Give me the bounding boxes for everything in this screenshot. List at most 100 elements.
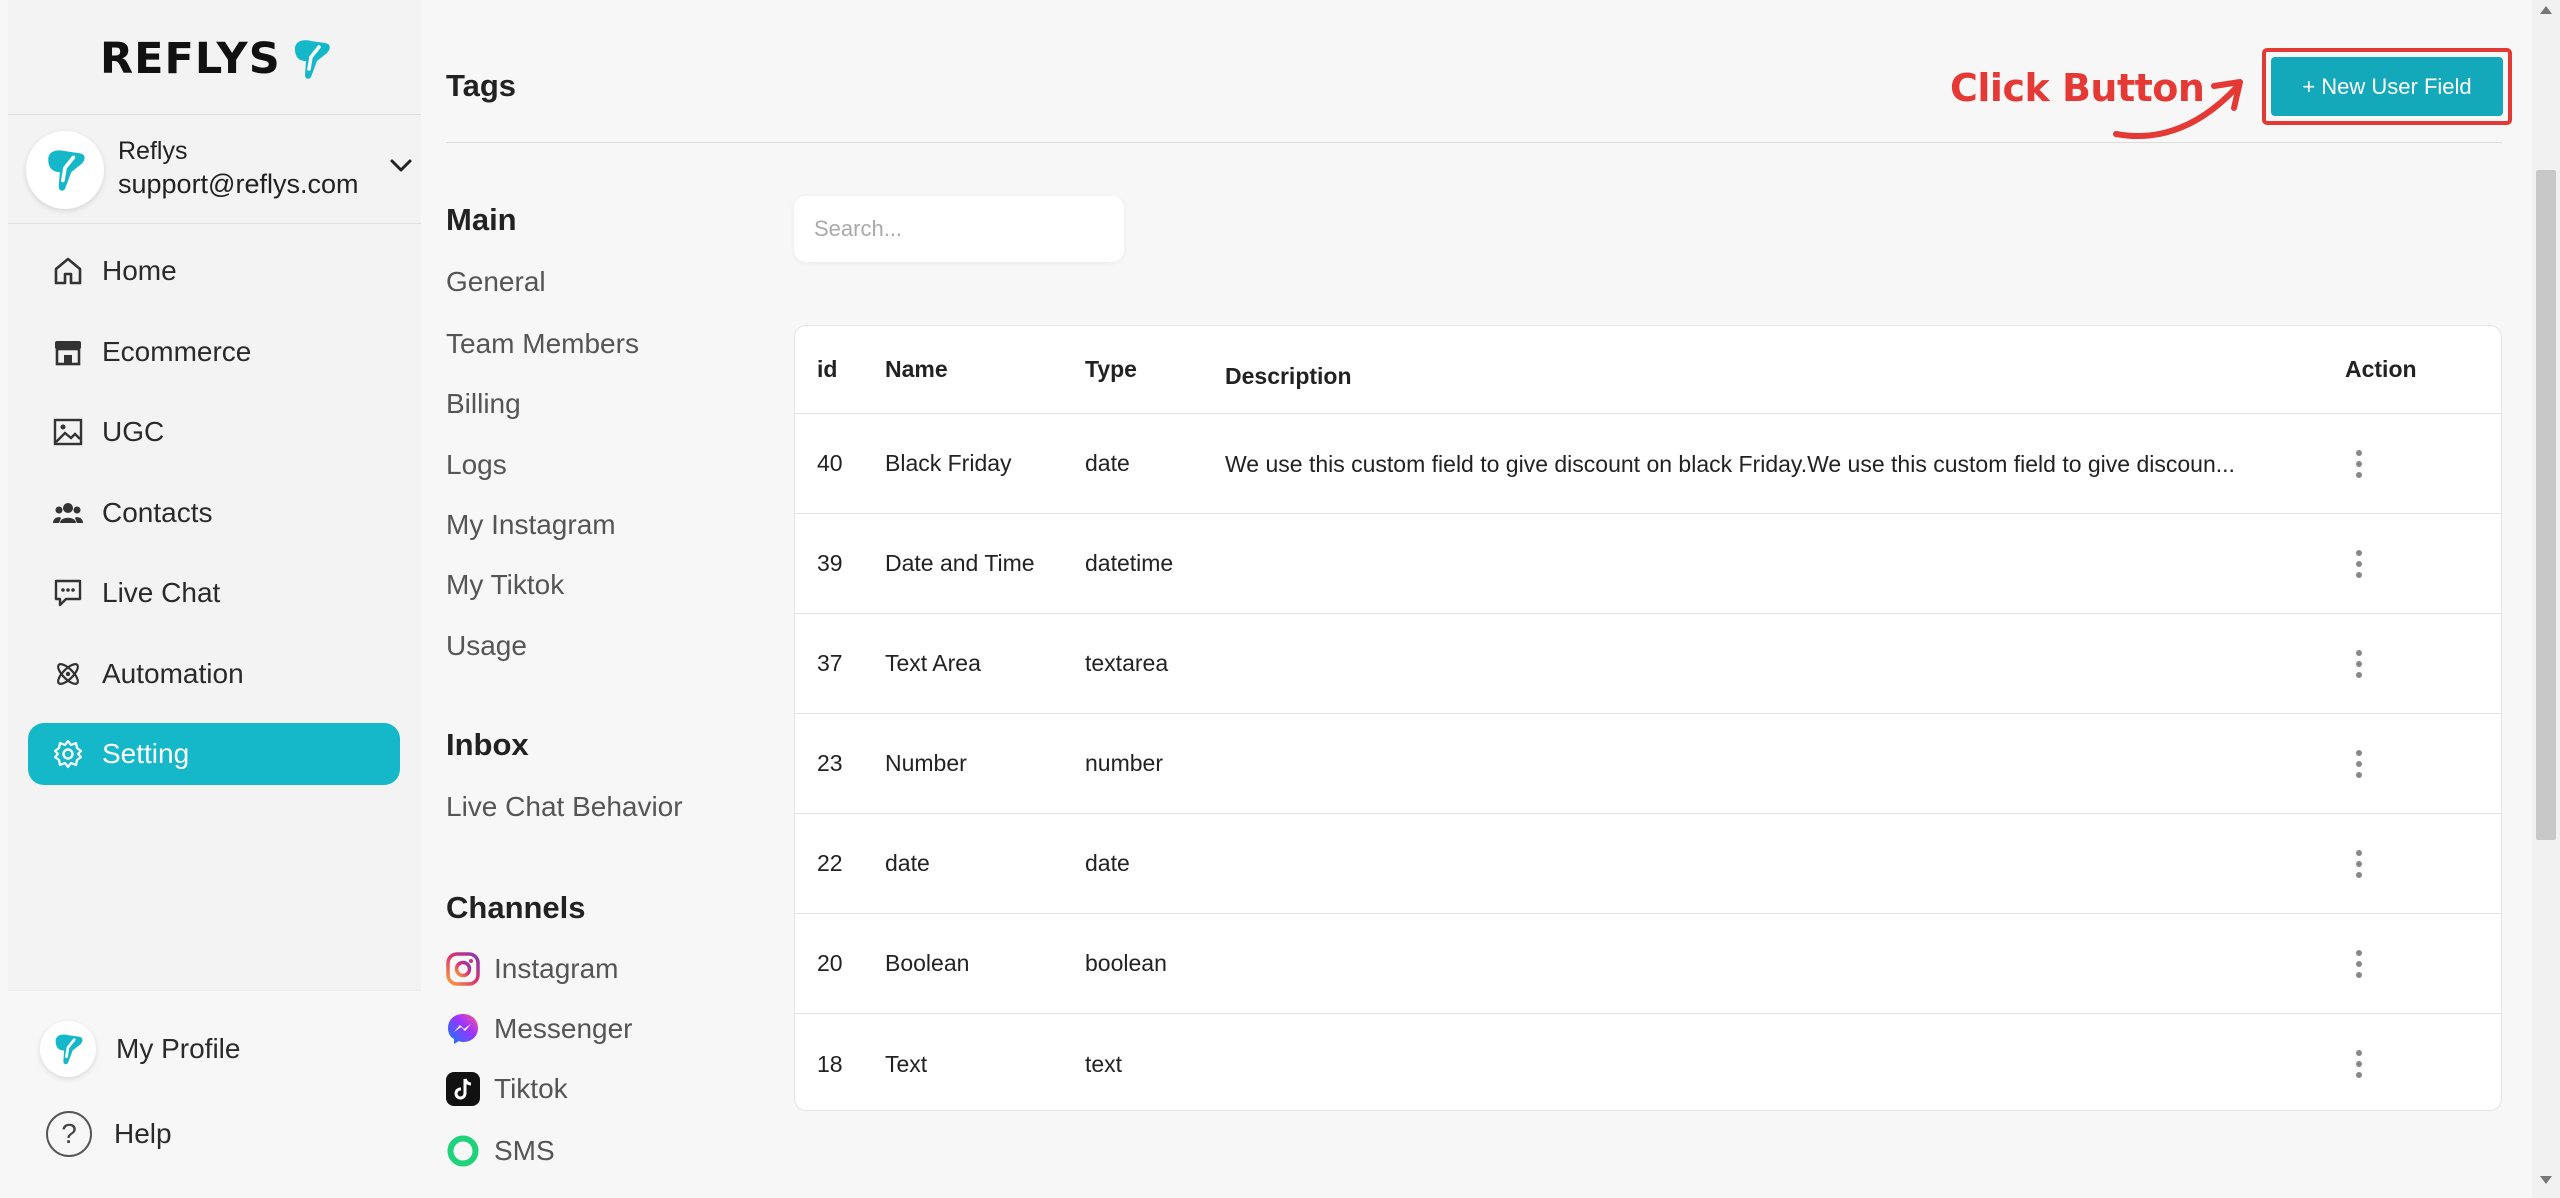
cell-id: 37: [817, 650, 843, 676]
atom-icon: [57, 662, 79, 685]
nav-item-live-chat[interactable]: Live Chat: [28, 562, 400, 624]
nav-item-ugc[interactable]: UGC: [28, 401, 400, 463]
column-header-type: Type: [1085, 356, 1137, 382]
reflys-logo-icon: [294, 40, 330, 79]
chat-icon: [54, 579, 82, 607]
nav-item-label: Ecommerce: [102, 335, 252, 367]
help-icon: ?: [46, 1111, 92, 1157]
nav-item-contacts[interactable]: Contacts: [28, 482, 400, 544]
nav-item-ecommerce[interactable]: Ecommerce: [28, 321, 400, 383]
menu-item-my-instagram[interactable]: My Instagram: [446, 509, 616, 541]
nav-item-label: Setting: [102, 738, 190, 769]
menu-item-messenger[interactable]: Messenger: [446, 1012, 633, 1046]
row-actions-menu-icon[interactable]: [2347, 1044, 2371, 1084]
help-label: Help: [114, 1118, 172, 1149]
scrollbar-thumb[interactable]: [2536, 170, 2556, 840]
search-input[interactable]: [794, 196, 1124, 262]
row-actions-menu-icon[interactable]: [2347, 444, 2371, 484]
my-profile-label: My Profile: [116, 1033, 241, 1064]
tiktok-icon: [446, 1072, 480, 1106]
scroll-up-icon[interactable]: [2540, 6, 2552, 14]
nav-item-label: UGC: [102, 416, 165, 447]
cell-name: Number: [885, 750, 967, 776]
menu-item-team-members[interactable]: Team Members: [446, 328, 639, 360]
menu-item-live-chat-behavior[interactable]: Live Chat Behavior: [446, 791, 683, 823]
page-scrollbar[interactable]: [2532, 0, 2560, 1198]
table-row[interactable]: 20 Boolean boolean: [795, 914, 2501, 1014]
menu-item-tiktok[interactable]: Tiktok: [446, 1072, 568, 1106]
nav-item-label: Home: [102, 255, 177, 286]
channel-label: Tiktok: [494, 1073, 568, 1104]
channel-label: Messenger: [494, 1013, 633, 1044]
new-user-field-button[interactable]: + New User Field: [2271, 57, 2503, 116]
menu-item-sms[interactable]: SMS: [446, 1134, 555, 1168]
nav-item-home[interactable]: Home: [28, 240, 400, 302]
row-actions-menu-icon[interactable]: [2347, 944, 2371, 984]
nav-item-setting[interactable]: Setting: [28, 723, 400, 785]
nav-item-label: Automation: [102, 657, 244, 689]
menu-item-billing[interactable]: Billing: [446, 388, 521, 420]
cell-name: date: [885, 850, 930, 876]
reflys-logo-icon: [48, 150, 85, 191]
cell-type: date: [1085, 850, 1130, 876]
brand-logo[interactable]: REFLYS: [100, 34, 333, 84]
reflys-logo-icon: [55, 1034, 83, 1065]
table-row[interactable]: 37 Text Area textarea: [795, 614, 2501, 714]
help-link[interactable]: ? Help: [40, 1111, 172, 1157]
messenger-icon: [448, 1014, 478, 1044]
table-row[interactable]: 40 Black Friday date We use this custom …: [795, 414, 2501, 514]
cell-type: datetime: [1085, 550, 1174, 576]
channel-label: SMS: [494, 1135, 555, 1166]
cell-id: 22: [817, 850, 843, 876]
menu-group-inbox: Inbox: [446, 727, 529, 762]
menu-group-main: Main: [446, 202, 517, 237]
cell-type: text: [1085, 1050, 1123, 1077]
menu-group-channels: Channels: [446, 890, 586, 925]
table-row[interactable]: 18 Text text: [795, 1014, 2501, 1110]
image-icon: [53, 418, 83, 446]
cell-description: [1225, 514, 2305, 613]
table-row[interactable]: 23 Number number: [795, 714, 2501, 814]
brand-name: REFLYS: [100, 34, 281, 84]
cell-type: number: [1085, 750, 1163, 776]
row-actions-menu-icon[interactable]: [2347, 544, 2371, 584]
sms-icon: [447, 1135, 479, 1167]
account-name: Reflys: [118, 137, 188, 165]
menu-item-logs[interactable]: Logs: [446, 449, 507, 481]
cell-name: Black Friday: [885, 450, 1012, 476]
gear-icon: [53, 739, 83, 769]
avatar: [40, 1021, 96, 1077]
account-switcher[interactable]: Reflys support@reflys.com: [8, 114, 421, 224]
cell-type: boolean: [1085, 950, 1167, 976]
row-actions-menu-icon[interactable]: [2347, 644, 2371, 684]
table-row[interactable]: 22 date date: [795, 814, 2501, 914]
cell-description: [1225, 1014, 2305, 1110]
cell-id: 18: [817, 1050, 843, 1077]
row-actions-menu-icon[interactable]: [2347, 744, 2371, 784]
my-profile-link[interactable]: My Profile: [40, 1021, 240, 1077]
menu-item-usage[interactable]: Usage: [446, 630, 527, 662]
nav-item-automation[interactable]: Automation: [28, 643, 400, 705]
cell-name: Boolean: [885, 950, 970, 976]
row-actions-menu-icon[interactable]: [2347, 844, 2371, 884]
page-title: Tags: [446, 68, 517, 103]
table-row[interactable]: 39 Date and Time datetime: [795, 514, 2501, 614]
menu-item-my-tiktok[interactable]: My Tiktok: [446, 569, 564, 601]
menu-item-instagram[interactable]: Instagram: [446, 952, 619, 986]
annotation-arrow-icon: [2113, 79, 2243, 140]
nav-item-label: Contacts: [102, 496, 213, 528]
instagram-icon: [446, 952, 480, 986]
sidebar: REFLYS Reflys support@reflys.com Home Ec…: [8, 0, 421, 1198]
chevron-down-icon[interactable]: [390, 159, 412, 173]
store-icon: [55, 340, 81, 365]
account-email: support@reflys.com: [118, 169, 359, 199]
cell-id: 20: [817, 950, 843, 976]
users-icon: [53, 502, 83, 523]
main-nav: Home Ecommerce UGC Contacts Live Chat Au…: [28, 240, 400, 804]
user-fields-table: id Name Type Description Action 40 Black…: [794, 325, 2502, 1111]
cell-id: 39: [817, 550, 843, 576]
scroll-down-icon[interactable]: [2540, 1176, 2552, 1184]
cell-description: We use this custom field to give discoun…: [1225, 451, 2235, 477]
cell-name: Text Area: [885, 650, 981, 676]
menu-item-general[interactable]: General: [446, 266, 546, 298]
